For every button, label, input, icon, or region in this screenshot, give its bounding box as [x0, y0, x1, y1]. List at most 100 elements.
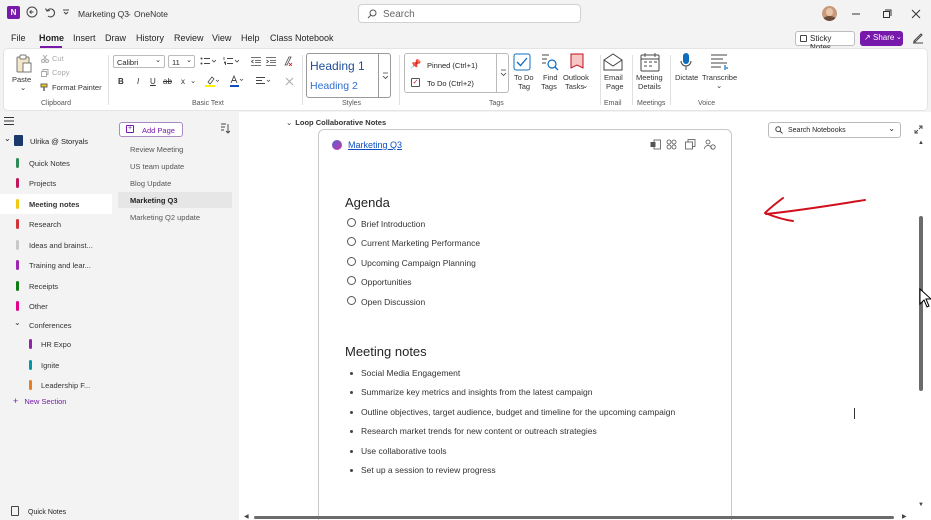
cut-button[interactable]: Cut [52, 54, 64, 63]
scroll-right-icon[interactable]: ▶ [902, 513, 907, 520]
decrease-indent-icon[interactable] [251, 57, 261, 66]
new-section-button[interactable]: + New Section [13, 396, 66, 406]
email-page-icon[interactable] [603, 53, 623, 71]
chevron-down-icon[interactable]: ⌄ [716, 81, 722, 90]
increase-indent-icon[interactable] [266, 57, 276, 66]
chevron-down-icon[interactable]: ⌄ [582, 81, 588, 90]
undo-icon[interactable] [44, 6, 56, 18]
paste-icon[interactable] [15, 54, 33, 74]
expand-icon[interactable] [914, 125, 923, 134]
close-icon[interactable] [911, 9, 921, 19]
font-color-icon[interactable] [230, 75, 244, 87]
radio-icon[interactable] [347, 218, 356, 227]
tab-help[interactable]: Help [241, 33, 260, 43]
share-button[interactable]: ↗ Share ⌄ [860, 31, 903, 46]
section-leadership[interactable]: Leadership F... [0, 375, 112, 395]
subscript-button[interactable]: x [181, 77, 185, 86]
radio-icon[interactable] [347, 296, 356, 305]
maximize-icon[interactable] [882, 9, 892, 19]
section-hr-expo[interactable]: HR Expo [0, 334, 112, 354]
loop-component[interactable]: Marketing Q3 Agenda Brief Introduction C… [318, 129, 732, 520]
highlighter-icon[interactable] [205, 76, 219, 87]
bullets-icon[interactable] [200, 57, 216, 66]
horizontal-scrollbar-thumb[interactable] [254, 516, 894, 519]
meeting-details-icon[interactable] [640, 52, 660, 72]
loop-title-link[interactable]: Marketing Q3 [348, 140, 402, 150]
section-other[interactable]: Other [0, 296, 112, 316]
page-item[interactable]: Review Meeting [118, 141, 232, 157]
copy-button[interactable]: Copy [52, 68, 70, 77]
todo-tag[interactable]: To Do (Ctrl+2) [427, 79, 474, 88]
scroll-up-icon[interactable]: ▲ [918, 140, 924, 146]
scroll-down-icon[interactable]: ▼ [918, 502, 924, 508]
horizontal-scrollbar[interactable]: ◀ ▶ [244, 514, 909, 520]
dictate-button[interactable]: Dictate [675, 73, 698, 82]
vertical-scrollbar[interactable]: ▲ ▼ [917, 140, 925, 512]
section-quick-notes[interactable]: Quick Notes [0, 153, 112, 173]
loop-share-icon[interactable] [704, 139, 716, 150]
meeting-details-button[interactable]: Meeting [636, 73, 663, 82]
format-painter-button[interactable]: Format Painter [52, 83, 102, 92]
minimize-icon[interactable] [851, 9, 861, 19]
radio-icon[interactable] [347, 257, 356, 266]
page-item[interactable]: Blog Update [118, 175, 232, 191]
sort-icon[interactable] [220, 123, 230, 134]
tab-home[interactable]: Home [39, 33, 64, 43]
page-item[interactable]: US team update [118, 158, 232, 174]
section-receipts[interactable]: Receipts [0, 276, 112, 296]
search-notebooks-select[interactable]: Search Notebooks ⌄ [768, 122, 901, 138]
font-select[interactable]: Calibri ⌄ [113, 55, 165, 68]
find-tags-button[interactable]: Find [543, 73, 558, 82]
loop-word-icon[interactable] [650, 139, 661, 150]
underline-button[interactable]: U [150, 77, 156, 86]
loop-copy-icon[interactable] [685, 139, 696, 150]
paste-dropdown-icon[interactable]: ⌄ [20, 83, 26, 92]
ink-arrow-annotation[interactable] [759, 188, 871, 228]
sticky-notes-button[interactable]: Sticky Notes [795, 31, 855, 52]
font-size-select[interactable]: 11 ⌄ [168, 55, 195, 68]
microphone-icon[interactable] [680, 52, 692, 72]
numbering-icon[interactable] [223, 57, 239, 66]
tab-class-notebook[interactable]: Class Notebook [270, 33, 334, 43]
section-ignite[interactable]: Ignite [0, 355, 112, 375]
scroll-left-icon[interactable]: ◀ [244, 513, 249, 520]
radio-icon[interactable] [347, 237, 356, 246]
find-tags-icon[interactable] [541, 53, 559, 71]
add-page-button[interactable]: + Add Page [119, 122, 183, 137]
page-item[interactable]: Marketing Q2 update [118, 209, 232, 225]
clear-formatting-icon[interactable] [283, 56, 293, 66]
email-page-button[interactable]: Email [604, 73, 623, 82]
quick-notes-footer[interactable]: Quick Notes [0, 504, 112, 520]
section-projects[interactable]: Projects [0, 173, 112, 193]
section-meeting-notes[interactable]: Meeting notes [0, 194, 112, 214]
loop-apps-icon[interactable] [666, 139, 677, 150]
heading-1-style[interactable]: Heading 1 [310, 59, 365, 73]
chevron-down-icon[interactable]: ⌄ [190, 76, 196, 85]
loop-header[interactable]: ⌄ Loop Collaborative Notes [286, 118, 386, 127]
transcribe-icon[interactable] [709, 53, 729, 71]
back-icon[interactable] [26, 6, 38, 18]
tab-draw[interactable]: Draw [105, 33, 126, 43]
delete-format-icon[interactable] [285, 77, 294, 86]
quick-access-dropdown-icon[interactable] [63, 9, 69, 15]
page-item-selected[interactable]: Marketing Q3 [118, 192, 232, 208]
note-canvas[interactable]: ⌄ Loop Collaborative Notes Search Noteboo… [239, 112, 931, 520]
todo-tag-icon[interactable] [513, 53, 531, 71]
tab-history[interactable]: History [136, 33, 164, 43]
section-training[interactable]: Training and lear... [0, 255, 112, 275]
hamburger-icon[interactable] [4, 117, 14, 125]
tab-review[interactable]: Review [174, 33, 204, 43]
outlook-tasks-icon[interactable] [568, 53, 586, 71]
tags-expand-icon[interactable] [496, 54, 509, 92]
pinned-tag[interactable]: Pinned (Ctrl+1) [427, 61, 478, 70]
italic-button[interactable]: I [137, 77, 139, 86]
strikethrough-button[interactable]: ab [163, 77, 172, 86]
feedback-icon[interactable] [912, 32, 924, 44]
heading-2-style[interactable]: Heading 2 [310, 80, 358, 92]
bold-button[interactable]: B [118, 77, 124, 86]
tab-file[interactable]: File [11, 33, 26, 43]
tab-view[interactable]: View [212, 33, 231, 43]
notebook-selector[interactable]: ⌄ Ulrika @ Storyals [0, 131, 112, 151]
avatar[interactable] [822, 6, 837, 21]
search-box[interactable]: Search [358, 4, 581, 23]
